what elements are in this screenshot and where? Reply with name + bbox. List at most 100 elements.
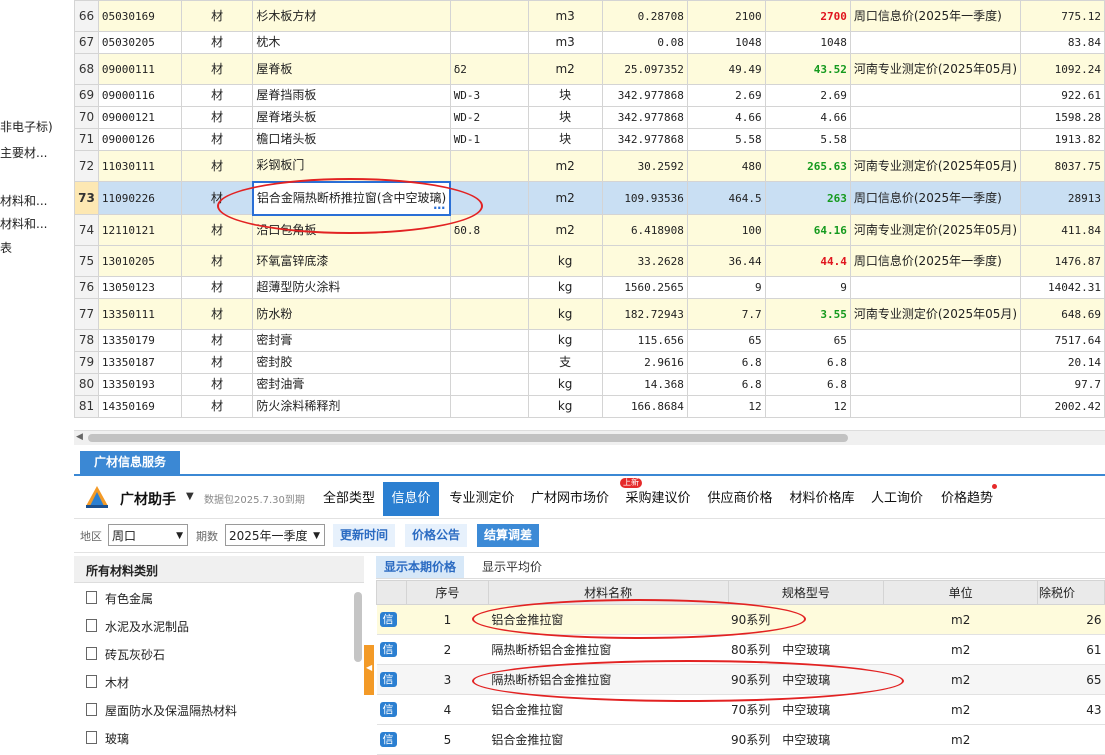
material-name[interactable]: 防水粉	[252, 298, 451, 330]
category-scrollbar[interactable]	[354, 592, 362, 662]
table-row[interactable]: 77 13350111 材防水粉 kg 182.72943 7.7 3.55 河南专业测定价(…	[74, 298, 1105, 330]
tab-labor-inquiry[interactable]: 人工询价	[866, 482, 928, 516]
tab-supplier-price[interactable]: 供应商价格	[702, 482, 778, 516]
category-item[interactable]: 玻璃	[86, 730, 129, 747]
chevron-down-icon[interactable]: ▼	[186, 491, 194, 502]
tree-item[interactable]: 表	[0, 239, 12, 256]
material-name[interactable]: 屋脊挡雨板	[252, 84, 451, 107]
row-number: 79	[74, 351, 99, 374]
column-header[interactable]: 单位	[883, 580, 1039, 605]
table-row[interactable]: 81 14350169 材防火涂料稀释剂 kg 166.8684 12 12 2002.42	[74, 395, 1105, 418]
region-value: 周口	[112, 529, 137, 543]
tree-item[interactable]: 主要材...	[0, 144, 47, 161]
price-material-name: 铝合金推拉窗	[488, 724, 728, 755]
category-item[interactable]: 砖瓦灰砂石	[86, 646, 165, 663]
category-item[interactable]: 水泥及水泥制品	[86, 618, 189, 635]
package-expiry: 数据包2025.7.30到期	[204, 495, 305, 506]
price-row[interactable]: 信 1 铝合金推拉窗 90系列 m2 26	[376, 604, 1105, 635]
table-row[interactable]: 67 05030205 材枕木 m3 0.08 1048 1048 83.84	[74, 31, 1105, 54]
region-label: 地区	[80, 530, 102, 543]
column-header[interactable]: 材料名称	[487, 580, 729, 605]
material-name[interactable]: 密封膏	[252, 329, 451, 352]
tab-all-types[interactable]: 全部类型	[318, 482, 380, 516]
panel-tab-row: 广材信息服务	[74, 448, 1105, 476]
material-name[interactable]: 檐口堵头板	[252, 128, 451, 151]
table-row[interactable]: 66 05030169 材杉木板方材 m3 0.28708 2100 2700 周口信息价(2…	[74, 0, 1105, 32]
table-row[interactable]: 78 13350179 材密封膏 kg 115.656 65 65 7517.64	[74, 329, 1105, 352]
info-badge-cell: 信	[376, 664, 407, 695]
material-spec	[449, 395, 529, 418]
price-row[interactable]: 信 4 铝合金推拉窗 70系列 中空玻璃 m2 43	[376, 694, 1105, 725]
document-icon	[86, 675, 97, 688]
material-name[interactable]: 枕木	[252, 31, 451, 54]
price-source: 河南专业测定价(2025年05月)	[849, 150, 1022, 182]
period-select[interactable]: 2025年一季度 ▼	[225, 524, 325, 546]
tab-current-price[interactable]: 显示本期价格	[376, 556, 465, 578]
panel-splitter[interactable]: ◀	[364, 645, 374, 695]
filter-bar: 地区 周口 ▼ 期数 2025年一季度 ▼ 更新时间 价格公告 结算调差	[74, 520, 1105, 553]
table-row[interactable]: 68 09000111 材屋脊板 δ2 m2 25.097352 49.49 43.52 河南专…	[74, 53, 1105, 85]
category-item[interactable]: 木材	[86, 674, 129, 691]
category-header: 所有材料类别	[74, 556, 364, 583]
table-row[interactable]: 80 13350193 材密封油膏 kg 14.368 6.8 6.8 97.7	[74, 373, 1105, 396]
more-options-icon[interactable]: …	[433, 198, 445, 212]
price-unit: m2	[883, 694, 1038, 725]
table-row[interactable]: 75 13010205 材环氧富锌底漆 kg 33.2628 36.44 44.4 周口信息价…	[74, 245, 1105, 277]
table-row[interactable]: 72 11030111 材彩钢板门 m2 30.2592 480 265.63 河南专业测定价…	[74, 150, 1105, 182]
update-time-button[interactable]: 更新时间	[333, 524, 396, 547]
tab-average-price[interactable]: 显示平均价	[474, 556, 550, 578]
tab-material-info-service[interactable]: 广材信息服务	[80, 451, 181, 474]
material-spec	[449, 276, 529, 299]
price-row[interactable]: 信 2 隔热断桥铝合金推拉窗 80系列 中空玻璃 m2 61	[376, 634, 1105, 665]
tab-market-price[interactable]: 广材网市场价	[526, 482, 614, 516]
total-price: 28913	[1020, 181, 1105, 215]
region-select[interactable]: 周口 ▼	[108, 524, 188, 546]
table-row[interactable]: 76 13050123 材超薄型防火涂料 kg 1560.2565 9 9 14042.31	[74, 276, 1105, 299]
price-spec: 90系列 中空玻璃	[728, 724, 884, 755]
material-name[interactable]: 铝合金隔热断桥推拉窗(含中空玻璃)…	[251, 180, 452, 216]
material-quantity: 30.2592	[601, 150, 688, 182]
price-notice-button[interactable]: 价格公告	[405, 524, 468, 547]
column-header[interactable]: 序号	[405, 580, 489, 605]
material-quantity: 342.977868	[601, 84, 688, 107]
tree-item[interactable]: 非电子标)	[0, 118, 53, 135]
column-header[interactable]: 除税价	[1037, 580, 1105, 605]
table-row[interactable]: 69 09000116 材屋脊挡雨板 WD-3 块 342.977868 2.69 2.69 9…	[74, 84, 1105, 107]
scroll-left-icon[interactable]: ◀	[76, 432, 83, 442]
scroll-thumb[interactable]	[88, 434, 848, 442]
settle-adjust-button[interactable]: 结算调差	[477, 524, 540, 547]
table-row[interactable]: 70 09000121 材屋脊堵头板 WD-2 块 342.977868 4.66 4.66 1…	[74, 106, 1105, 129]
category-item[interactable]: 有色金属	[86, 590, 153, 607]
table-row[interactable]: 71 09000126 材檐口堵头板 WD-1 块 342.977868 5.58 5.58 1…	[74, 128, 1105, 151]
price-row[interactable]: 信 3 隔热断桥铝合金推拉窗 90系列 中空玻璃 m2 65	[376, 664, 1105, 695]
material-price: 2.69	[686, 84, 766, 107]
material-name[interactable]: 密封油膏	[252, 373, 451, 396]
category-item[interactable]: 屋面防水及保温隔热材料	[86, 702, 237, 719]
tab-price-trend[interactable]: 价格趋势	[936, 482, 998, 516]
table-row[interactable]: 74 12110121 材沿口包角板 δ0.8 m2 6.418908 100 64.16 河南…	[74, 214, 1105, 246]
material-name[interactable]: 密封胶	[252, 351, 451, 374]
tab-price-library[interactable]: 材料价格库	[784, 482, 860, 516]
material-name[interactable]: 彩钢板门	[252, 150, 451, 182]
material-name[interactable]: 环氧富锌底漆	[252, 245, 451, 277]
material-code: 13350193	[97, 373, 183, 396]
material-name[interactable]: 屋脊板	[252, 53, 451, 85]
price-row[interactable]: 信 5 铝合金推拉窗 90系列 中空玻璃 m2	[376, 724, 1105, 755]
material-name[interactable]: 杉木板方材	[252, 0, 451, 32]
table-row[interactable]: 79 13350187 材密封胶支 2.9616 6.8 6.8 20.14	[74, 351, 1105, 374]
table-row[interactable]: 73 11090226 材铝合金隔热断桥推拉窗(含中空玻璃)… m2 109.93536…	[74, 180, 1105, 216]
material-name[interactable]: 屋脊堵头板	[252, 106, 451, 129]
tree-item[interactable]: 材料和...	[0, 215, 47, 232]
horizontal-scrollbar[interactable]: ◀	[74, 430, 1105, 445]
tree-item[interactable]: 材料和...	[0, 192, 47, 209]
price-value: 43	[1037, 694, 1105, 725]
price-index: 5	[406, 724, 489, 755]
material-name[interactable]: 超薄型防火涂料	[252, 276, 451, 299]
material-name[interactable]: 防火涂料稀释剂	[252, 395, 451, 418]
material-name[interactable]: 沿口包角板	[252, 214, 451, 246]
column-header[interactable]: 规格型号	[727, 580, 885, 605]
tab-info-price[interactable]: 信息价	[383, 482, 439, 516]
tab-purchase-price[interactable]: 采购建议价 上新	[620, 478, 696, 516]
tab-professional-price[interactable]: 专业测定价	[444, 482, 520, 516]
price-value	[1037, 724, 1105, 755]
